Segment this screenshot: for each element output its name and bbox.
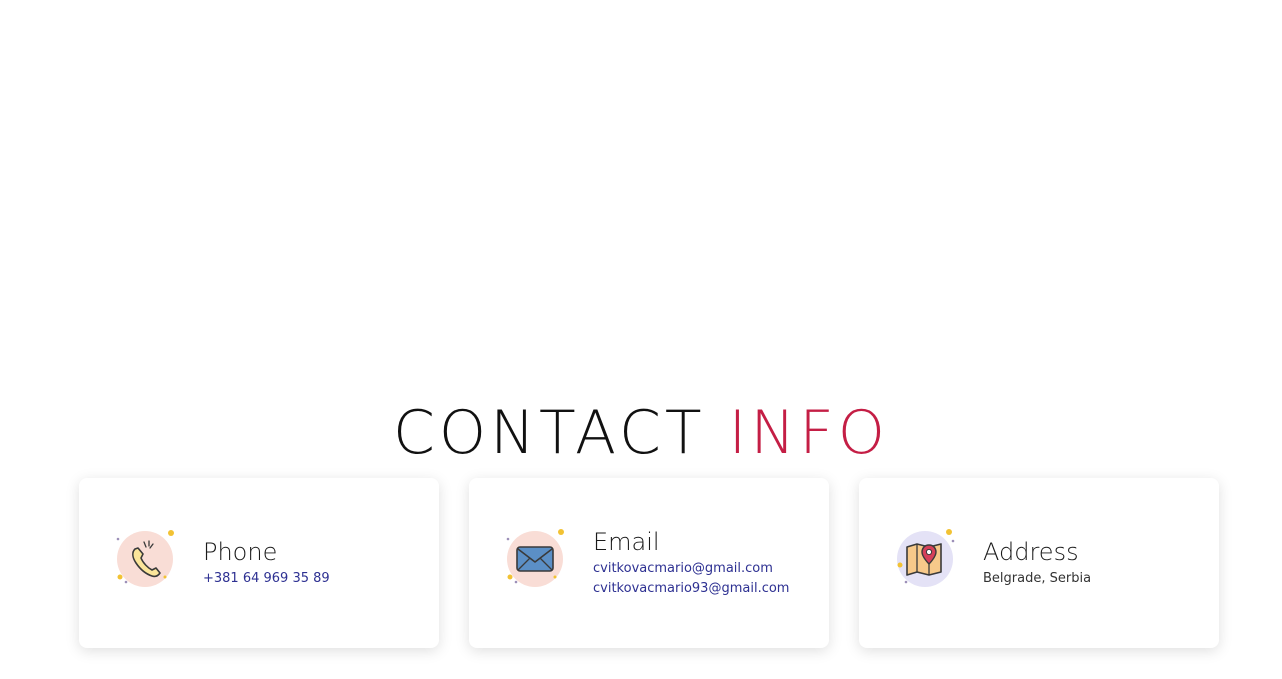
contact-info-section: CONTACT INFO Phone +381 64 969 35 89 Ema…: [0, 0, 1282, 679]
email-link-1[interactable]: cvitkovacmario@gmail.com: [593, 559, 789, 579]
email-title: Email: [593, 528, 660, 556]
phone-icon: [115, 527, 179, 591]
phone-number-link[interactable]: +381 64 969 35 89: [203, 569, 330, 589]
heading-word-info: INFO: [728, 398, 889, 468]
map-pin-icon: [895, 527, 959, 591]
phone-card: Phone +381 64 969 35 89: [79, 478, 439, 648]
address-text: Belgrade, Serbia: [983, 571, 1092, 586]
address-card-body: Address Belgrade, Serbia: [983, 478, 1091, 648]
heading-word-contact: CONTACT: [393, 398, 706, 468]
address-title: Address: [983, 538, 1079, 566]
phone-card-body: Phone +381 64 969 35 89: [203, 478, 330, 648]
email-link-2[interactable]: cvitkovacmario93@gmail.com: [593, 579, 789, 599]
phone-title: Phone: [203, 538, 278, 566]
email-card: Email cvitkovacmario@gmail.com cvitkovac…: [469, 478, 829, 648]
address-card: Address Belgrade, Serbia: [859, 478, 1219, 648]
envelope-icon: [505, 527, 569, 591]
contact-cards: Phone +381 64 969 35 89 Email cvitkovacm…: [79, 478, 1219, 648]
email-card-body: Email cvitkovacmario@gmail.com cvitkovac…: [593, 478, 789, 648]
section-heading: CONTACT INFO: [0, 398, 1282, 468]
